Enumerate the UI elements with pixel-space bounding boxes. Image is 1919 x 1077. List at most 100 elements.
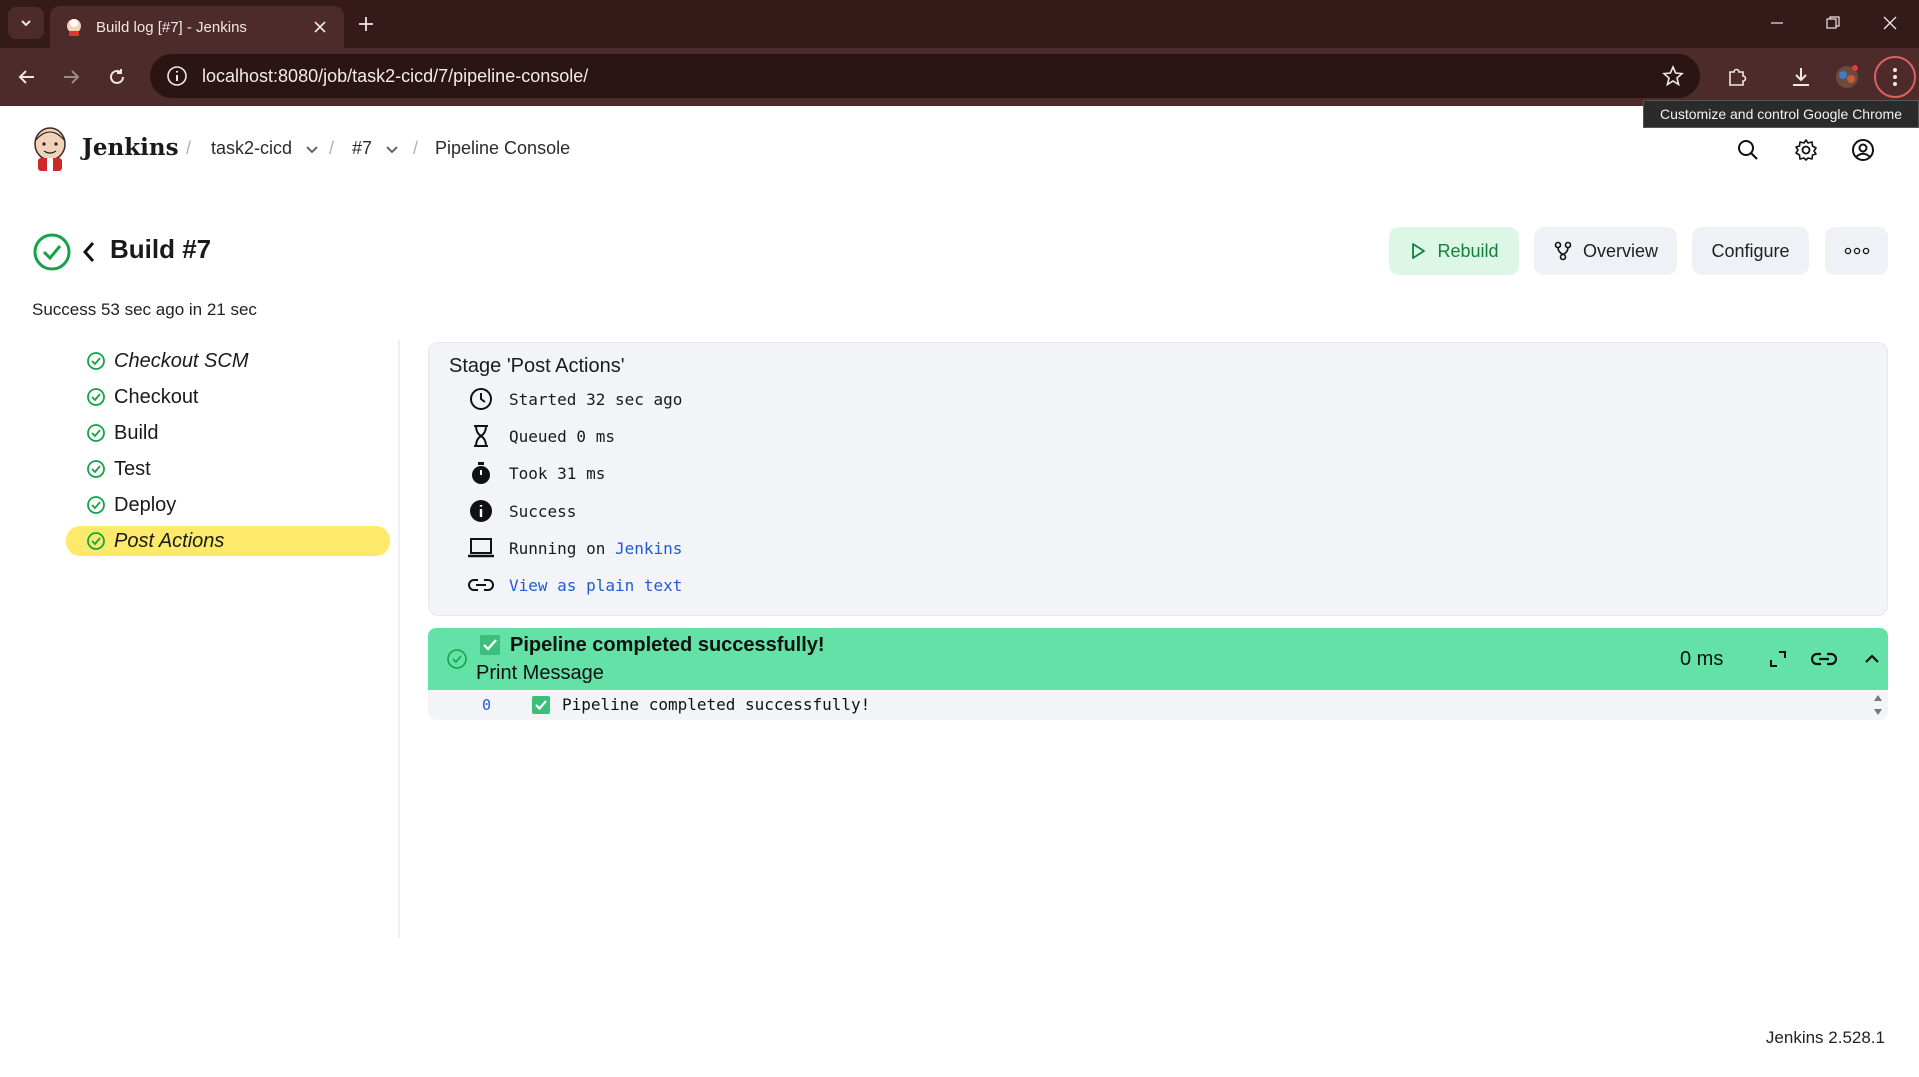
- hourglass-icon: [474, 425, 488, 447]
- step-title: Pipeline completed successfully!: [510, 634, 825, 656]
- chrome-menu-button[interactable]: [1874, 56, 1916, 98]
- browser-tab[interactable]: Build log [#7] - Jenkins: [50, 6, 344, 48]
- step-duration: 0 ms: [1680, 648, 1724, 670]
- configure-button[interactable]: Configure: [1692, 227, 1809, 275]
- stage-label: Post Actions: [114, 529, 225, 552]
- log-line-number[interactable]: 0: [482, 696, 491, 714]
- expand-icon: [1770, 651, 1786, 667]
- breadcrumb-separator: /: [186, 138, 192, 158]
- view-plain-text-link[interactable]: View as plain text: [509, 576, 682, 595]
- more-horizontal-icon: [1844, 247, 1869, 255]
- stage-queued-text: Queued 0 ms: [509, 426, 615, 446]
- close-icon: [1883, 16, 1897, 30]
- more-actions-button[interactable]: [1825, 227, 1888, 275]
- puzzle-icon: [1729, 68, 1747, 86]
- downloads-button[interactable]: [1786, 62, 1816, 92]
- extensions-button[interactable]: [1722, 62, 1752, 92]
- stage-started-row: Started 32 sec ago: [467, 384, 682, 414]
- step-header[interactable]: Pipeline completed successfully! Print M…: [428, 628, 1888, 690]
- breadcrumb-separator: /: [413, 138, 419, 158]
- stage-item-post-actions[interactable]: Post Actions: [66, 526, 390, 556]
- stage-item-deploy[interactable]: Deploy: [66, 490, 390, 520]
- breadcrumb-job-label: task2-cicd: [211, 138, 293, 158]
- stage-detail-title: Stage 'Post Actions': [449, 355, 625, 377]
- back-chevron-icon[interactable]: [80, 238, 98, 266]
- plus-icon: [359, 17, 373, 31]
- stage-item-checkout[interactable]: Checkout: [66, 382, 390, 412]
- overview-button[interactable]: Overview: [1534, 227, 1677, 275]
- success-check-icon: [33, 233, 71, 271]
- breadcrumb-current: Pipeline Console: [435, 138, 570, 159]
- user-account-button[interactable]: [1849, 136, 1877, 164]
- build-status-summary: Success 53 sec ago in 21 sec: [32, 300, 257, 319]
- restore-icon: [1826, 16, 1840, 29]
- minimize-icon: [1771, 22, 1783, 24]
- chevron-down-icon[interactable]: [304, 141, 320, 157]
- breadcrumb-separator: /: [329, 138, 335, 158]
- stage-node-link[interactable]: Jenkins: [615, 539, 682, 558]
- jenkins-logo-icon[interactable]: [30, 126, 70, 172]
- stage-status-row: Success: [467, 496, 576, 526]
- arrow-right-icon: [64, 70, 80, 84]
- manage-jenkins-button[interactable]: [1792, 136, 1820, 164]
- stage-label: Checkout: [114, 385, 199, 408]
- stage-label: Checkout SCM: [114, 349, 249, 372]
- more-vertical-icon: [1893, 68, 1897, 86]
- tab-search-button[interactable]: [8, 7, 44, 39]
- tab-title: Build log [#7] - Jenkins: [96, 18, 247, 36]
- rebuild-button[interactable]: Rebuild: [1389, 227, 1519, 275]
- success-check-icon: [87, 388, 105, 406]
- open-step-log-button[interactable]: [1763, 644, 1793, 674]
- stage-item-build[interactable]: Build: [66, 418, 390, 448]
- browser-toolbar: localhost:8080/job/task2-cicd/7/pipeline…: [0, 48, 1919, 106]
- pipeline-graph-icon: [1554, 241, 1572, 261]
- stage-item-checkout-scm[interactable]: Checkout SCM: [66, 346, 390, 376]
- checkbox-checked-icon: [532, 696, 550, 714]
- step-log: 0 Pipeline completed successfully!: [428, 690, 1888, 720]
- restore-button[interactable]: [1818, 10, 1848, 36]
- clock-icon: [470, 388, 492, 410]
- jenkins-version[interactable]: Jenkins 2.528.1: [1766, 1028, 1885, 1048]
- log-scrollbar[interactable]: [1872, 692, 1884, 718]
- profile-avatar-icon: [1836, 65, 1858, 88]
- profile-button[interactable]: [1832, 62, 1862, 92]
- configure-label: Configure: [1711, 240, 1790, 261]
- minimize-button[interactable]: [1762, 10, 1792, 36]
- reload-button[interactable]: [102, 62, 132, 92]
- tab-close-icon[interactable]: [310, 17, 330, 37]
- site-info-icon[interactable]: [166, 65, 188, 87]
- jenkins-favicon-icon: [67, 19, 81, 36]
- close-window-button[interactable]: [1875, 10, 1905, 36]
- step-subtitle: Print Message: [476, 662, 604, 684]
- stage-item-test[interactable]: Test: [66, 454, 390, 484]
- stage-label: Deploy: [114, 493, 177, 516]
- jenkins-brand[interactable]: Jenkins: [82, 134, 179, 161]
- browser-tab-strip: Build log [#7] - Jenkins: [0, 0, 1919, 48]
- stage-status-text: Success: [509, 501, 577, 521]
- copy-step-link-button[interactable]: [1809, 644, 1839, 674]
- star-icon[interactable]: [1662, 65, 1684, 87]
- collapse-step-button[interactable]: [1857, 644, 1887, 674]
- overview-label: Overview: [1582, 240, 1658, 261]
- address-bar[interactable]: localhost:8080/job/task2-cicd/7/pipeline…: [150, 54, 1700, 98]
- stage-label: Test: [114, 457, 151, 480]
- breadcrumb-current-label: Pipeline Console: [435, 138, 571, 158]
- new-tab-button[interactable]: [352, 10, 380, 38]
- stage-took-row: Took 31 ms: [467, 458, 605, 488]
- success-check-icon: [87, 496, 105, 514]
- forward-button[interactable]: [56, 62, 86, 92]
- link-icon: [468, 579, 494, 591]
- breadcrumb-job[interactable]: task2-cicd: [211, 138, 320, 159]
- rebuild-label: Rebuild: [1437, 240, 1499, 261]
- back-button[interactable]: [12, 62, 42, 92]
- success-check-icon: [87, 424, 105, 442]
- user-icon: [1852, 139, 1874, 161]
- checkbox-checked-icon: [480, 635, 500, 655]
- search-button[interactable]: [1734, 136, 1762, 164]
- breadcrumb-build[interactable]: #7: [352, 138, 400, 159]
- chevron-down-icon: [21, 20, 31, 27]
- stopwatch-icon: [472, 462, 490, 484]
- link-icon: [1811, 652, 1837, 666]
- info-icon: [470, 500, 492, 522]
- chevron-down-icon[interactable]: [384, 141, 400, 157]
